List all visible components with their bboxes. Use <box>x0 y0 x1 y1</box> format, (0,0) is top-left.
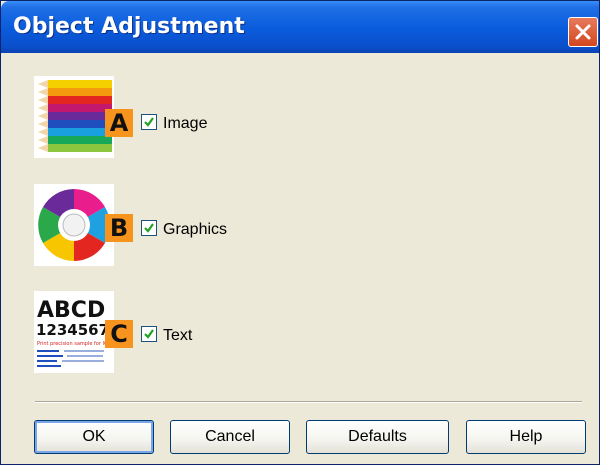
graphics-thumbnail <box>34 184 114 266</box>
badge-c: C <box>105 320 133 348</box>
badge-a: A <box>105 109 133 137</box>
separator <box>35 401 582 403</box>
colored-pencils-image <box>34 76 114 158</box>
checkmark-icon <box>144 117 154 127</box>
badge-b: B <box>105 214 133 242</box>
text-label[interactable]: Text <box>163 327 192 345</box>
ok-button[interactable]: OK <box>34 420 154 454</box>
graphics-label[interactable]: Graphics <box>163 221 227 239</box>
text-sample-line1: ABCD <box>37 298 105 323</box>
checkmark-icon <box>144 329 154 339</box>
image-thumbnail <box>34 76 114 158</box>
cancel-button[interactable]: Cancel <box>170 420 290 454</box>
graphics-checkbox[interactable] <box>141 220 157 236</box>
checkmark-icon <box>144 223 154 233</box>
object-adjustment-dialog: Object Adjustment A Image B Graphics ABC… <box>0 0 600 465</box>
text-sample-line3: Print precision sample for IC <box>37 341 108 347</box>
image-label[interactable]: Image <box>163 115 207 133</box>
text-checkbox[interactable] <box>141 326 157 342</box>
window-title: Object Adjustment <box>13 14 245 39</box>
image-checkbox[interactable] <box>141 114 157 130</box>
title-bar[interactable]: Object Adjustment <box>1 1 599 53</box>
close-icon <box>575 24 591 40</box>
color-wheel-graphic <box>34 184 114 266</box>
text-sample-line2: 1234567 <box>36 321 109 339</box>
defaults-button[interactable]: Defaults <box>306 420 449 454</box>
text-sample: ABCD 1234567 Print precision sample for … <box>34 291 114 373</box>
text-thumbnail: ABCD 1234567 Print precision sample for … <box>34 291 114 373</box>
help-button[interactable]: Help <box>466 420 586 454</box>
close-button[interactable] <box>568 17 598 47</box>
